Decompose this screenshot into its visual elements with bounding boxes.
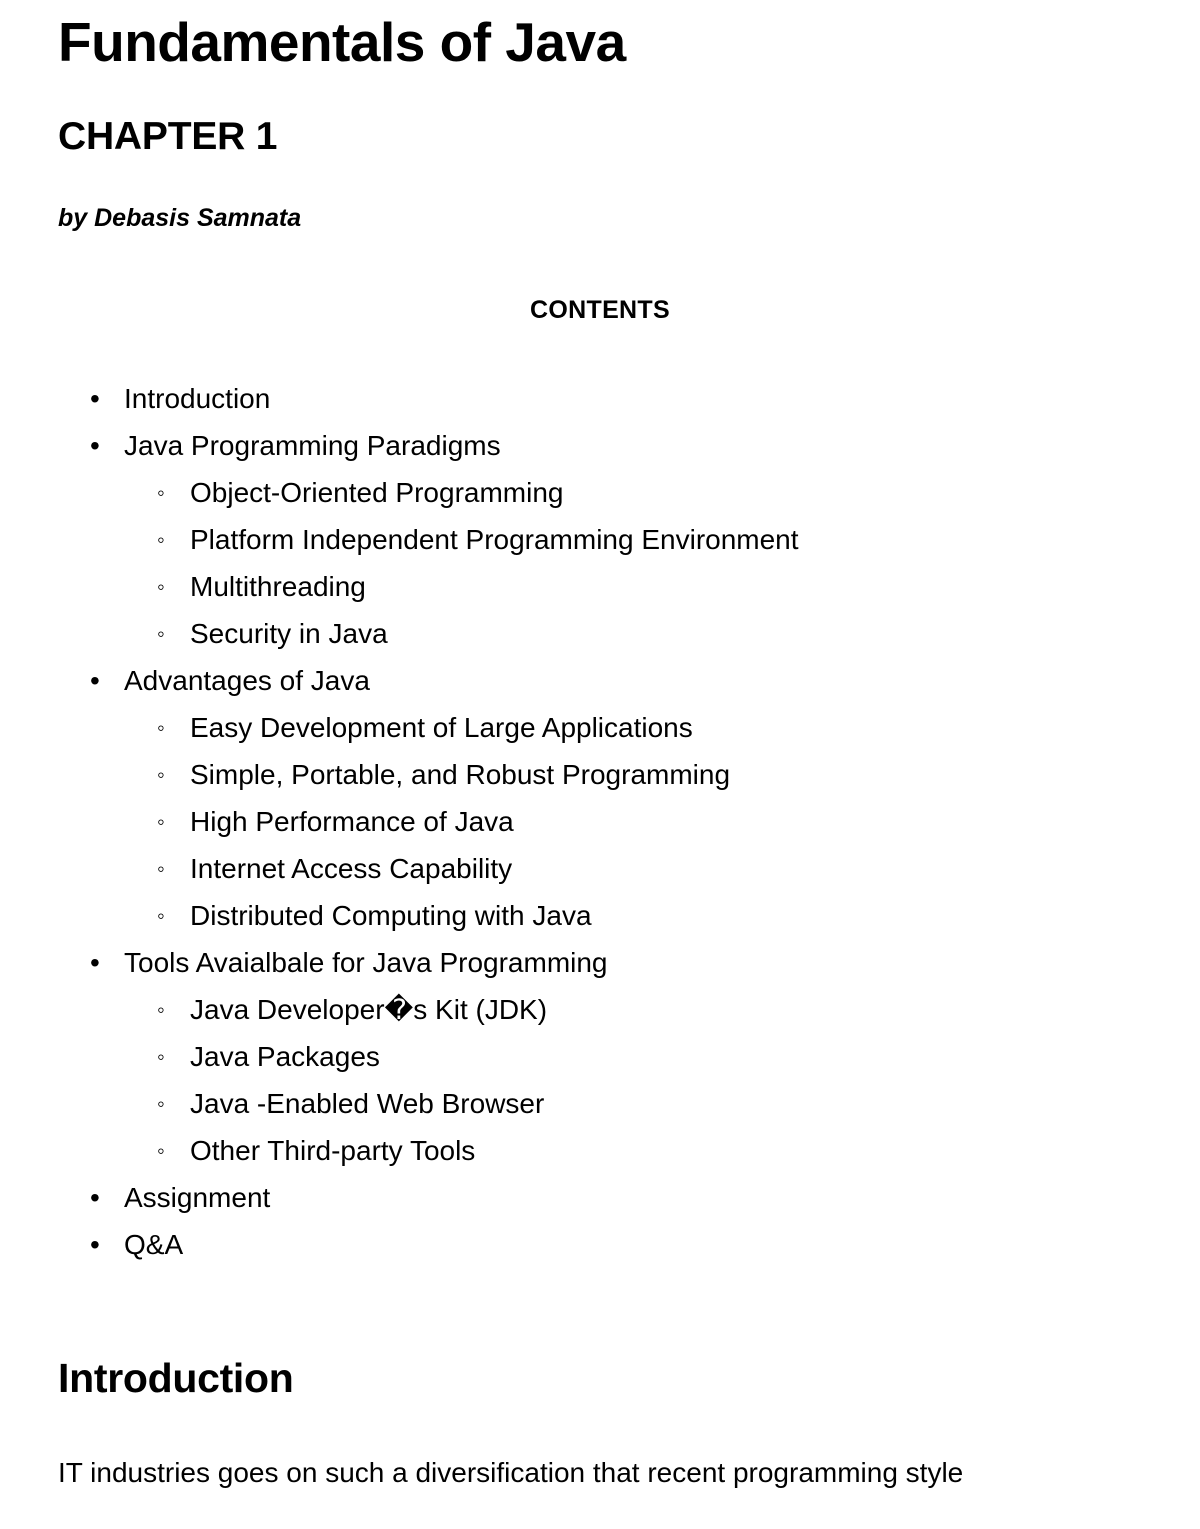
document-page: Fundamentals of Java CHAPTER 1 by Debasi… (0, 0, 1200, 1529)
bullet-circle-icon: ◦ (157, 620, 165, 646)
page-title: Fundamentals of Java (58, 11, 626, 73)
toc-subitem-label: Easy Development of Large Applications (190, 711, 693, 743)
bullet-disc-icon: • (90, 1228, 100, 1260)
introduction-heading: Introduction (58, 1354, 294, 1401)
toc-subitem-label: Other Third-party Tools (190, 1134, 476, 1166)
bullet-circle-icon: ◦ (157, 996, 165, 1022)
toc-item-label: Java Programming Paradigms (124, 429, 501, 461)
toc-item-label: Q&A (124, 1228, 184, 1260)
table-of-contents: • Introduction • Java Programming Paradi… (58, 325, 1142, 1268)
toc-subitem[interactable]: ◦ Java -Enabled Web Browser (124, 1080, 1142, 1127)
toc-item[interactable]: • Assignment (58, 1174, 1142, 1221)
bullet-disc-icon: • (90, 429, 100, 461)
toc-subitem-label: Object-Oriented Programming (190, 476, 564, 508)
toc-subitem[interactable]: ◦ Easy Development of Large Applications (124, 704, 1142, 751)
toc-subitem-label: Distributed Computing with Java (190, 899, 592, 931)
toc-item[interactable]: • Advantages of Java ◦ Easy Development … (58, 657, 1142, 939)
bullet-circle-icon: ◦ (157, 808, 165, 834)
bullet-circle-icon: ◦ (157, 1137, 165, 1163)
toc-subitem-label: Java Packages (190, 1040, 380, 1072)
toc-subitem-label: Multithreading (190, 570, 366, 602)
bullet-circle-icon: ◦ (157, 1043, 165, 1069)
toc-sublist: ◦ Easy Development of Large Applications… (124, 704, 1142, 939)
toc-subitem[interactable]: ◦ Java Packages (124, 1033, 1142, 1080)
toc-subitem[interactable]: ◦ Other Third-party Tools (124, 1127, 1142, 1174)
bullet-circle-icon: ◦ (157, 1090, 165, 1116)
toc-item[interactable]: • Introduction (58, 375, 1142, 422)
toc-sublist: ◦ Object-Oriented Programming ◦ Platform… (124, 469, 1142, 657)
bullet-circle-icon: ◦ (157, 761, 165, 787)
bullet-circle-icon: ◦ (157, 479, 165, 505)
toc-subitem[interactable]: ◦ Simple, Portable, and Robust Programmi… (124, 751, 1142, 798)
bullet-circle-icon: ◦ (157, 714, 165, 740)
toc-subitem[interactable]: ◦ Internet Access Capability (124, 845, 1142, 892)
toc-item[interactable]: • Tools Avaialbale for Java Programming … (58, 939, 1142, 1174)
bullet-circle-icon: ◦ (157, 902, 165, 928)
toc-item-label: Tools Avaialbale for Java Programming (124, 946, 608, 978)
toc-item-label: Introduction (124, 382, 271, 414)
toc-subitem[interactable]: ◦ Platform Independent Programming Envir… (124, 516, 1142, 563)
toc-subitem[interactable]: ◦ Multithreading (124, 563, 1142, 610)
toc-subitem-label: Simple, Portable, and Robust Programming (190, 758, 731, 790)
toc-subitem-label: Java Developer�s Kit (JDK) (190, 993, 548, 1025)
bullet-circle-icon: ◦ (157, 526, 165, 552)
toc-subitem-label: Platform Independent Programming Environ… (190, 523, 799, 555)
toc-subitem-label: High Performance of Java (190, 805, 514, 837)
bullet-circle-icon: ◦ (157, 855, 165, 881)
contents-heading: CONTENTS (530, 295, 670, 324)
bullet-circle-icon: ◦ (157, 573, 165, 599)
introduction-paragraph: IT industries goes on such a diversifica… (58, 1456, 964, 1488)
toc-sublist: ◦ Java Developer�s Kit (JDK) ◦ Java Pack… (124, 986, 1142, 1174)
toc-subitem-label: Java -Enabled Web Browser (190, 1087, 545, 1119)
toc-item[interactable]: • Java Programming Paradigms ◦ Object-Or… (58, 422, 1142, 657)
chapter-heading: CHAPTER 1 (58, 114, 278, 158)
toc-item-label: Advantages of Java (124, 664, 370, 696)
toc-subitem[interactable]: ◦ High Performance of Java (124, 798, 1142, 845)
toc-item[interactable]: • Q&A (58, 1221, 1142, 1268)
toc-subitem[interactable]: ◦ Java Developer�s Kit (JDK) (124, 986, 1142, 1033)
toc-subitem[interactable]: ◦ Distributed Computing with Java (124, 892, 1142, 939)
bullet-disc-icon: • (90, 1181, 100, 1213)
toc-subitem-label: Internet Access Capability (190, 852, 513, 884)
author-byline: by Debasis Samnata (58, 203, 302, 232)
toc-subitem[interactable]: ◦ Object-Oriented Programming (124, 469, 1142, 516)
bullet-disc-icon: • (90, 946, 100, 978)
bullet-disc-icon: • (90, 664, 100, 696)
bullet-disc-icon: • (90, 382, 100, 414)
toc-subitem[interactable]: ◦ Security in Java (124, 610, 1142, 657)
toc-item-label: Assignment (124, 1181, 271, 1213)
toc-subitem-label: Security in Java (190, 617, 388, 649)
